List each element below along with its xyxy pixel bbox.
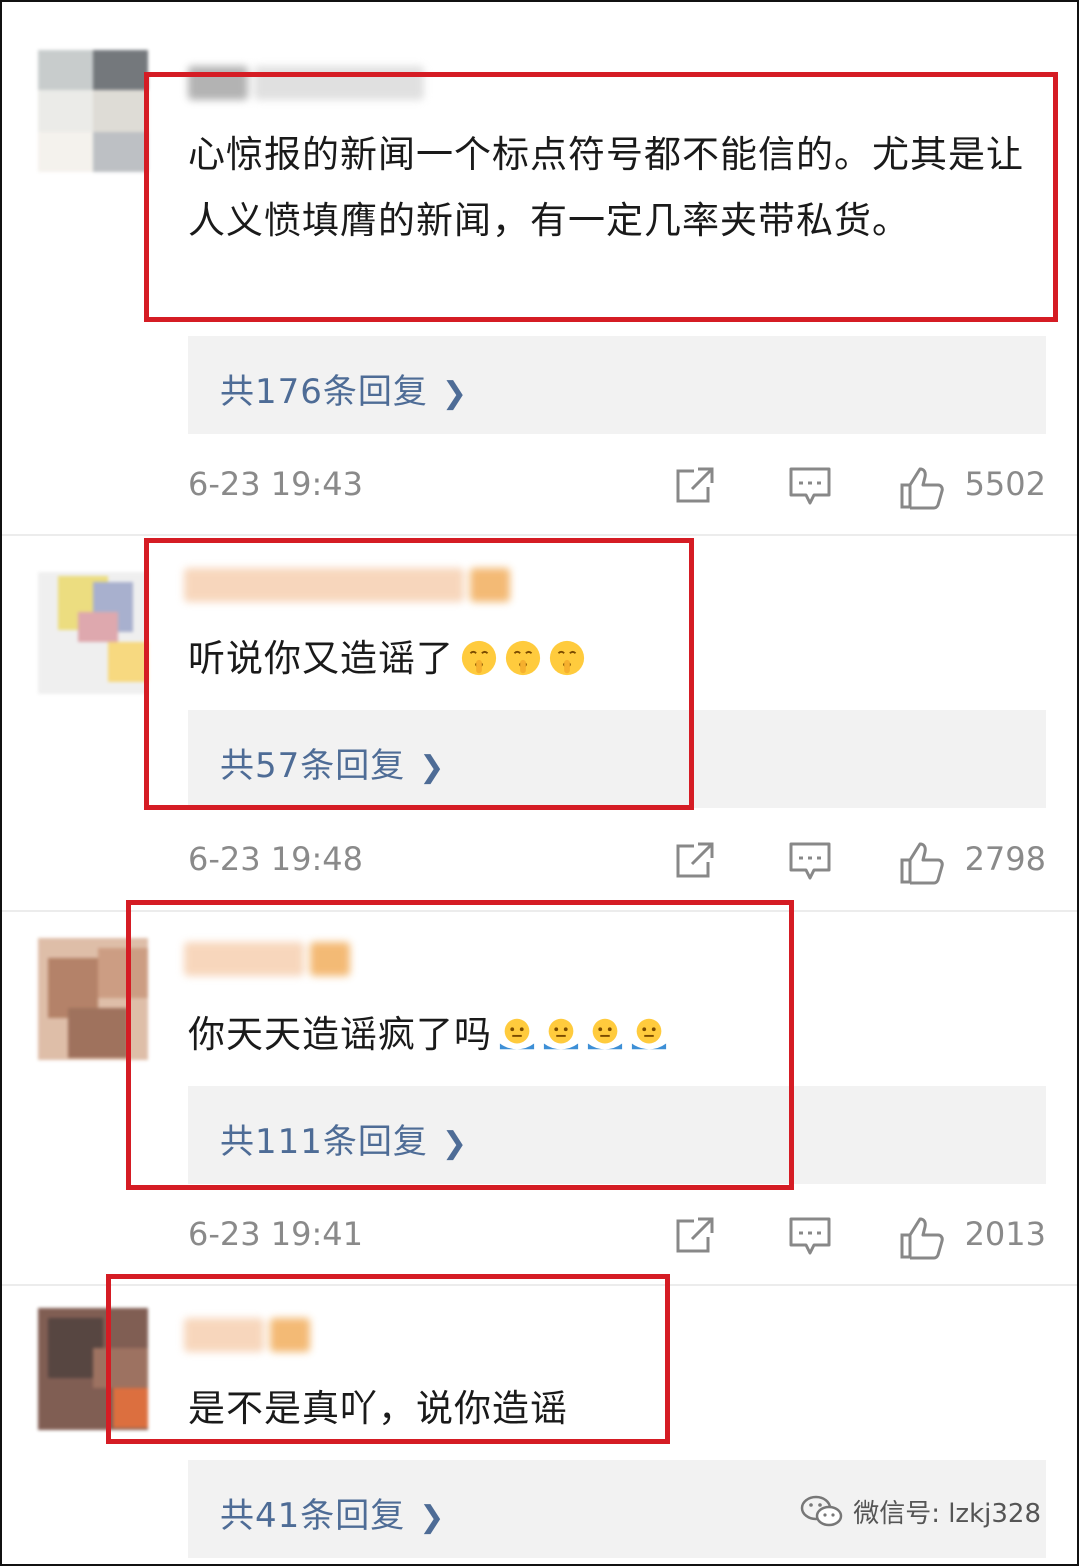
screenshot-frame: 心惊报的新闻一个标点符号都不能信的。尤其是让人义愤填膺的新闻，有一定几率夹带私货… — [0, 0, 1079, 1566]
comment-text: 心惊报的新闻一个标点符号都不能信的。尤其是让人义愤填膺的新闻，有一定几率夹带私货… — [188, 133, 1024, 242]
shushing-face-emoji-icon — [505, 640, 541, 676]
reply-box[interactable]: 共57条回复 ❯ — [188, 710, 1046, 808]
comment-text: 是不是真吖，说你造谣 — [188, 1387, 568, 1430]
thumbs-up-icon[interactable] — [898, 465, 946, 511]
view-replies-link[interactable]: 共57条回复 ❯ — [220, 738, 445, 787]
avatar[interactable] — [38, 1308, 148, 1430]
like-count: 2798 — [964, 840, 1046, 878]
chevron-right-icon: ❯ — [441, 376, 469, 411]
username-blurred[interactable] — [184, 1318, 316, 1358]
comment-meta: 6-23 19:43 5502 — [188, 465, 1046, 511]
shrugging-face-emoji-icon — [587, 1018, 623, 1050]
avatar[interactable] — [38, 50, 148, 172]
comment-meta: 6-23 19:41 2013 — [188, 1215, 1046, 1261]
share-icon[interactable] — [674, 465, 716, 507]
divider — [2, 1284, 1077, 1286]
divider — [2, 910, 1077, 912]
comment-text: 听说你又造谣了 — [188, 626, 586, 692]
shrugging-face-emoji-icon — [499, 1018, 535, 1050]
reply-box[interactable]: 共111条回复 ❯ — [188, 1086, 1046, 1184]
comment-text: 你天天造谣疯了吗 — [188, 1002, 668, 1068]
username-blurred[interactable] — [184, 568, 516, 608]
timestamp: 6-23 19:43 — [188, 465, 364, 503]
like-count: 5502 — [964, 465, 1046, 503]
chevron-right-icon: ❯ — [419, 1500, 446, 1535]
share-icon[interactable] — [674, 840, 716, 882]
thumbs-up-icon[interactable] — [898, 840, 946, 886]
comment-icon[interactable] — [788, 840, 832, 882]
share-icon[interactable] — [674, 1215, 716, 1257]
view-replies-link[interactable]: 共176条回复 ❯ — [220, 364, 468, 413]
username-blurred[interactable] — [188, 66, 430, 106]
shrugging-face-emoji-icon — [543, 1018, 579, 1050]
username-blurred[interactable] — [184, 942, 356, 982]
divider — [2, 534, 1077, 536]
like-count: 2013 — [964, 1215, 1046, 1253]
comment-meta: 6-23 19:48 2798 — [188, 840, 1046, 886]
shrugging-face-emoji-icon — [631, 1018, 667, 1050]
wechat-watermark: 微信号: lzkj328 — [799, 1493, 1041, 1530]
view-replies-link[interactable]: 共41条回复 ❯ — [220, 1488, 445, 1537]
avatar[interactable] — [38, 938, 148, 1060]
comment-icon[interactable] — [788, 1215, 832, 1257]
timestamp: 6-23 19:41 — [188, 1215, 364, 1253]
timestamp: 6-23 19:48 — [188, 840, 364, 878]
shushing-face-emoji-icon — [461, 640, 497, 676]
reply-box[interactable]: 共176条回复 ❯ — [188, 336, 1046, 434]
thumbs-up-icon[interactable] — [898, 1215, 946, 1261]
avatar[interactable] — [38, 572, 148, 694]
shushing-face-emoji-icon — [549, 640, 585, 676]
chevron-right-icon: ❯ — [441, 1126, 469, 1161]
comment-icon[interactable] — [788, 465, 832, 507]
chevron-right-icon: ❯ — [419, 750, 446, 785]
view-replies-link[interactable]: 共111条回复 ❯ — [220, 1114, 468, 1163]
wechat-icon — [800, 1495, 843, 1526]
